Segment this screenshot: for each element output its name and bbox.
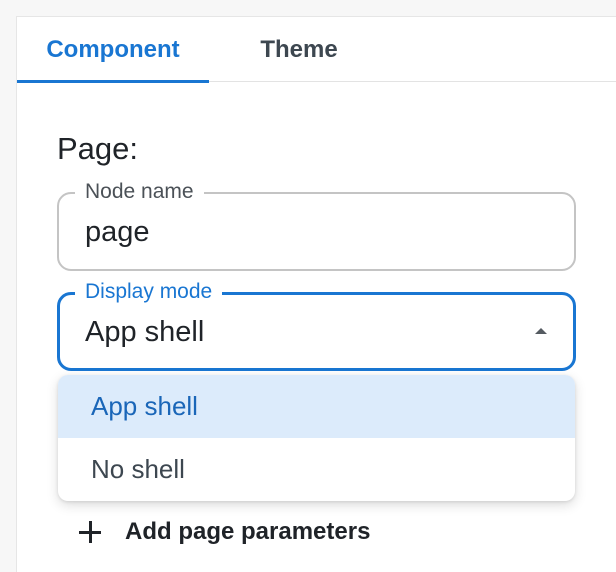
add-page-parameters-button[interactable]: Add page parameters <box>79 514 370 550</box>
add-page-parameters-label: Add page parameters <box>125 518 371 545</box>
tab-theme[interactable]: Theme <box>224 17 374 82</box>
tab-component[interactable]: Component <box>17 17 209 83</box>
node-name-input[interactable]: page <box>85 216 150 249</box>
option-no-shell[interactable]: No shell <box>58 438 575 501</box>
plus-icon <box>79 521 101 543</box>
section-title: Page: <box>57 131 139 166</box>
editor-tabs: Component Theme <box>17 17 616 83</box>
caret-up-icon[interactable] <box>535 328 547 334</box>
display-mode-dropdown-menu: App shell No shell <box>58 375 575 501</box>
display-mode-value[interactable]: App shell <box>85 316 204 349</box>
node-name-label: Node name <box>75 180 204 204</box>
option-app-shell[interactable]: App shell <box>58 375 575 438</box>
component-editor-panel: Component Theme Page: Node name page Dis… <box>16 16 616 572</box>
display-mode-select[interactable]: Display mode App shell <box>57 280 576 371</box>
display-mode-label: Display mode <box>75 280 223 304</box>
node-name-field[interactable]: Node name page <box>57 180 576 271</box>
